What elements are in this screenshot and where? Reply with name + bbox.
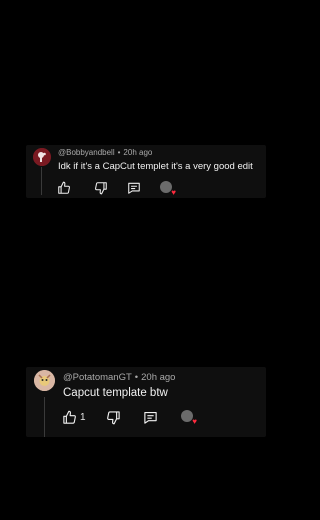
heart-icon: ♥ (171, 188, 176, 197)
creator-heart-icon: ♥ (181, 410, 197, 426)
avatar[interactable] (33, 148, 51, 166)
creator-heart: ♥ (160, 181, 176, 197)
like-icon (58, 181, 70, 194)
like-icon (63, 410, 76, 424)
comment-meta: @Bobbyandbell • 20h ago (58, 148, 152, 157)
avatar[interactable] (34, 370, 55, 391)
reply-button[interactable] (143, 410, 158, 425)
creator-avatar (181, 410, 193, 422)
comment-card: @Bobbyandbell • 20h ago Idk if it's a CapC… (26, 145, 266, 198)
creator-heart: ♥ (181, 410, 197, 426)
comment-meta: @PotatomanGT • 20h ago (63, 372, 175, 383)
separator: • (117, 148, 121, 157)
reply-icon (128, 182, 140, 194)
dislike-icon (95, 182, 107, 195)
comment-card: @PotatomanGT • 20h ago Capcut template btw… (26, 367, 266, 437)
heart-icon: ♥ (192, 417, 197, 426)
creator-avatar (160, 181, 172, 193)
like-count: 1 (80, 412, 86, 423)
author-name[interactable]: @PotatomanGT (63, 372, 132, 383)
like-button[interactable]: 1 (62, 410, 86, 425)
comment-actions: ♥ (26, 181, 266, 197)
dislike-button[interactable] (94, 181, 108, 195)
timestamp: 20h ago (141, 372, 176, 383)
author-name[interactable]: @Bobbyandbell (58, 148, 115, 157)
separator: • (134, 372, 139, 383)
dislike-icon (107, 411, 120, 425)
avatar-icon (34, 370, 55, 391)
reply-icon (144, 411, 157, 424)
creator-heart-icon: ♥ (160, 181, 176, 197)
avatar-icon (33, 148, 51, 166)
like-button[interactable] (57, 181, 74, 195)
comment-actions: 1 ♥ (26, 410, 266, 430)
dislike-button[interactable] (106, 410, 121, 425)
timestamp: 20h ago (123, 148, 153, 157)
comment-text: Idk if it's a CapCut templet it's a very… (58, 161, 253, 172)
comment-text: Capcut template btw (63, 387, 168, 399)
reply-button[interactable] (127, 181, 141, 195)
